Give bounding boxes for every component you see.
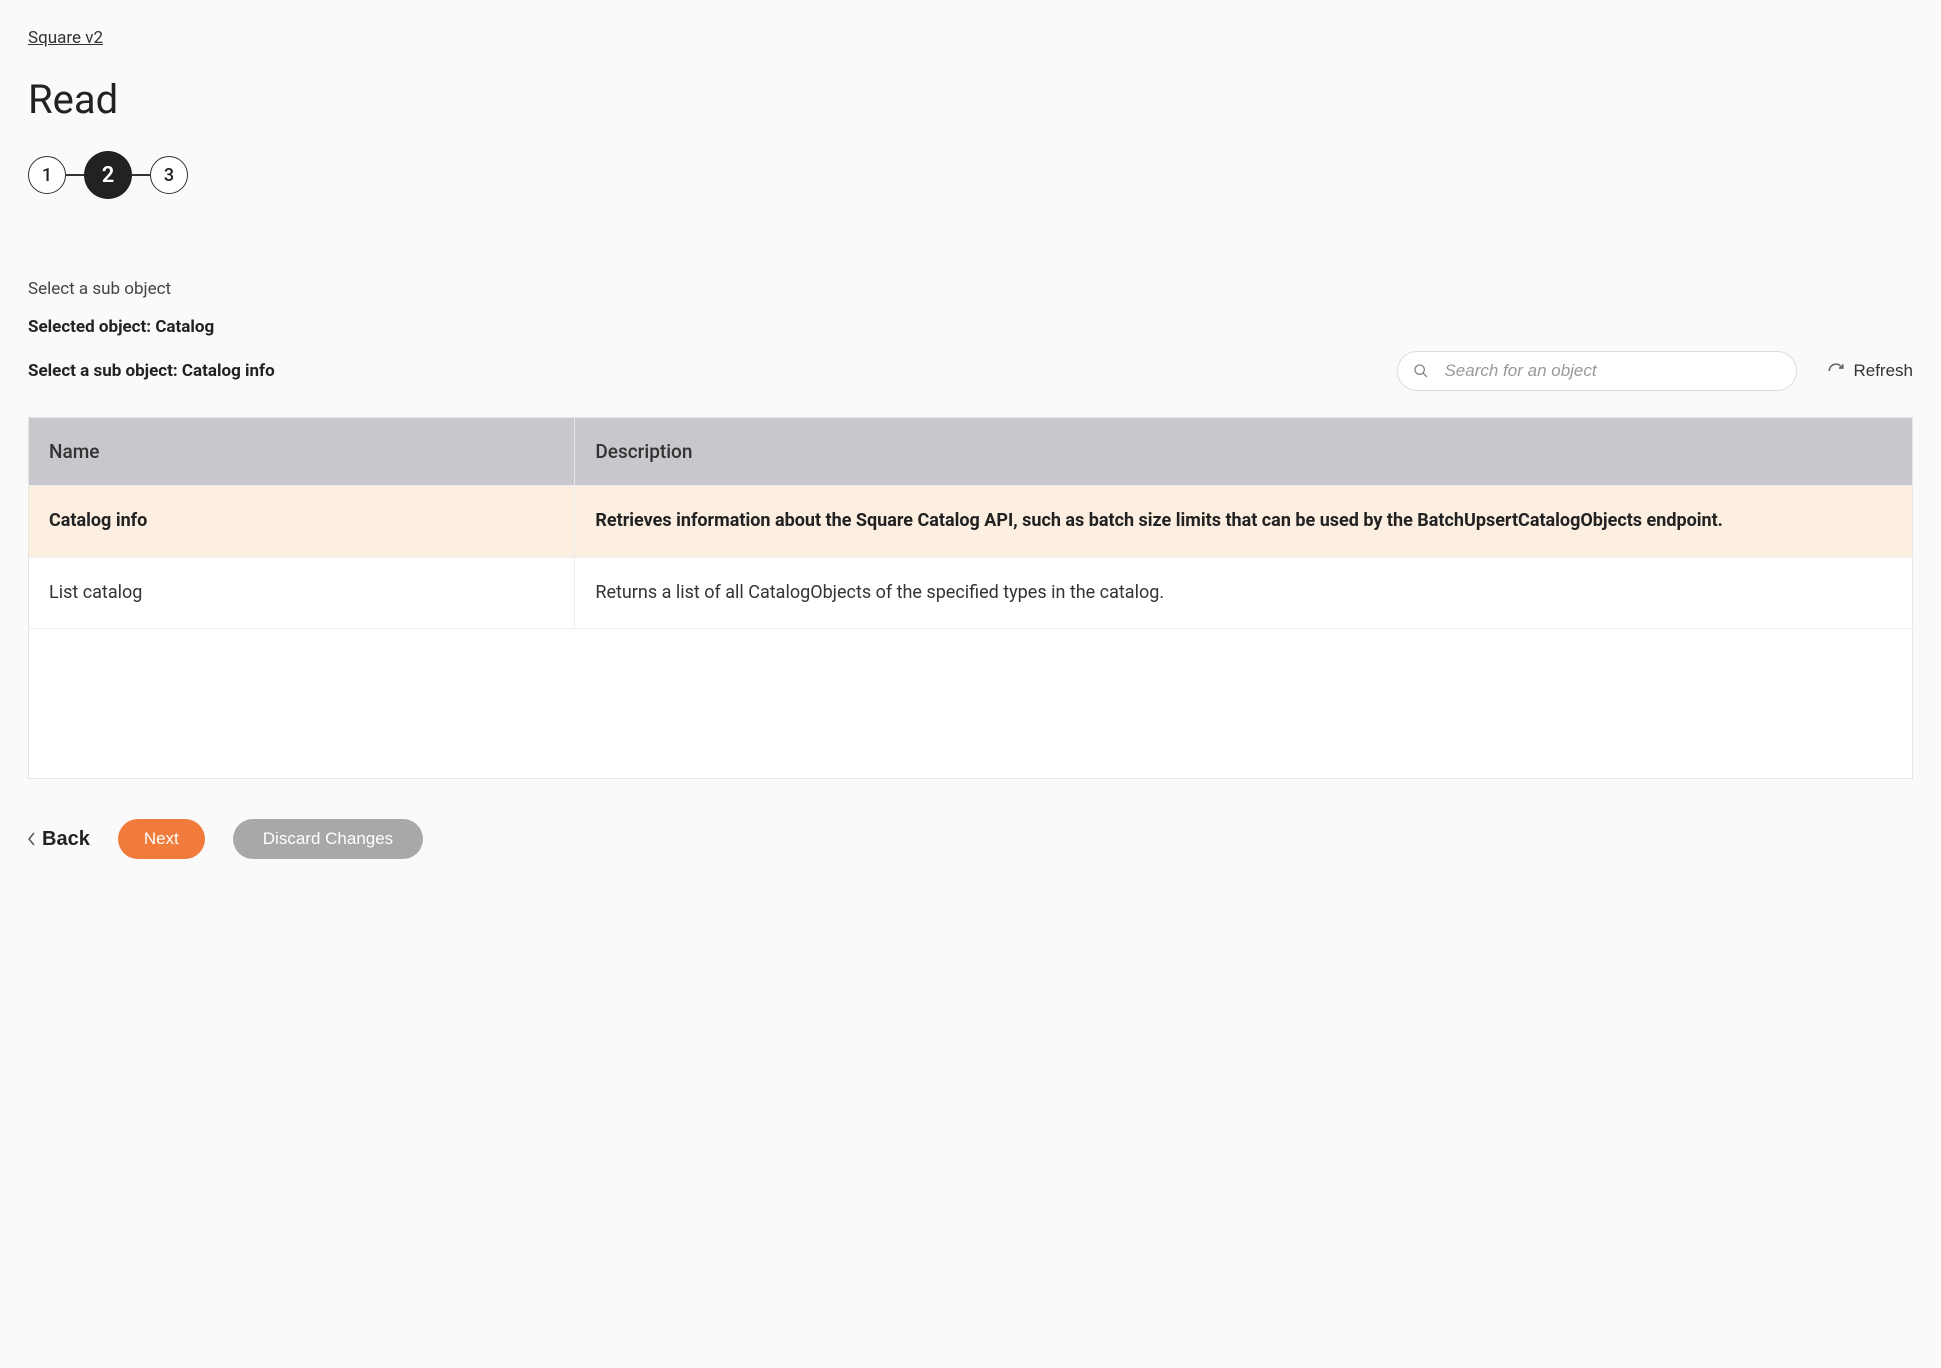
step-2[interactable]: 2 <box>84 151 132 199</box>
cell-name: List catalog <box>29 557 575 629</box>
col-header-description: Description <box>575 418 1913 486</box>
discard-button[interactable]: Discard Changes <box>233 819 423 859</box>
selected-sub-label: Select a sub object: <box>28 361 182 381</box>
step-3[interactable]: 3 <box>150 156 188 194</box>
selected-object-value: Catalog <box>155 317 214 337</box>
objects-table: Name Description Catalog info Retrieves … <box>28 417 1913 779</box>
col-header-name: Name <box>29 418 575 486</box>
selected-object-label: Selected object: <box>28 317 155 337</box>
stepper: 1 2 3 <box>28 151 1913 199</box>
cell-description: Retrieves information about the Square C… <box>575 486 1913 558</box>
back-button[interactable]: Back <box>28 828 90 851</box>
cell-name: Catalog info <box>29 486 575 558</box>
cell-description: Returns a list of all CatalogObjects of … <box>575 557 1913 629</box>
table-empty-area <box>29 629 1913 779</box>
table-header-row: Name Description <box>29 418 1913 486</box>
breadcrumb-link[interactable]: Square v2 <box>28 28 103 48</box>
refresh-icon <box>1827 362 1845 380</box>
sub-heading: Select a sub object <box>28 279 1913 299</box>
step-connector <box>132 174 150 176</box>
table-row[interactable]: Catalog info Retrieves information about… <box>29 486 1913 558</box>
selected-object-line: Selected object: Catalog <box>28 317 1913 337</box>
refresh-button[interactable]: Refresh <box>1827 361 1913 381</box>
search-input[interactable] <box>1397 351 1797 391</box>
page-title: Read <box>28 76 1913 123</box>
step-1[interactable]: 1 <box>28 156 66 194</box>
search-icon <box>1413 363 1429 379</box>
step-connector <box>66 174 84 176</box>
selected-sub-value: Catalog info <box>182 361 275 381</box>
selected-sub-line: Select a sub object: Catalog info <box>28 361 275 381</box>
search-wrap <box>1397 351 1797 391</box>
refresh-label: Refresh <box>1853 361 1913 381</box>
chevron-left-icon <box>28 832 36 846</box>
table-row[interactable]: List catalog Returns a list of all Catal… <box>29 557 1913 629</box>
back-label: Back <box>42 828 90 851</box>
footer-actions: Back Next Discard Changes <box>28 819 1913 859</box>
next-button[interactable]: Next <box>118 819 205 859</box>
